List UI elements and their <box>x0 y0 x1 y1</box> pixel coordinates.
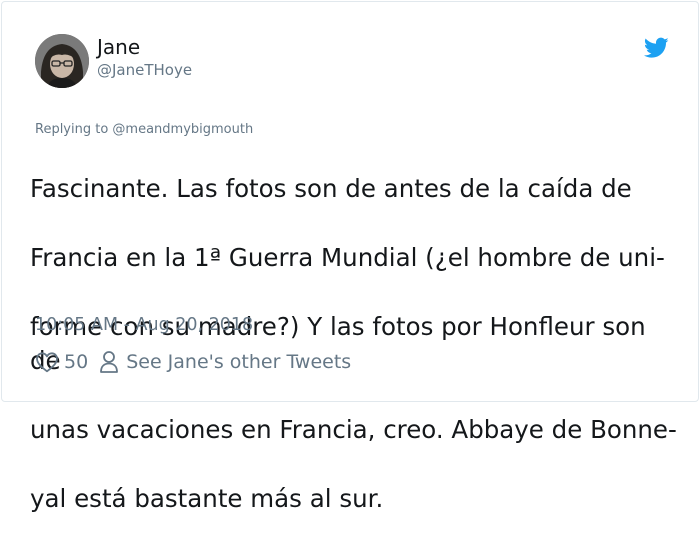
heart-outline-icon[interactable] <box>35 351 59 373</box>
tweet-text-line: unas vacaciones en Francia, creo. Abbaye… <box>30 415 677 445</box>
like-count: 50 <box>64 351 89 373</box>
tweet-actions: 50 See Jane's other Tweets <box>35 348 351 376</box>
author-handle[interactable]: @JaneTHoye <box>97 60 192 80</box>
tweet-text-line: Francia en la 1ª Guerra Mundial (¿el hom… <box>30 243 665 273</box>
avatar-image <box>35 34 89 88</box>
tweet-timestamp[interactable]: 10:05 AM - Aug 20, 2018 <box>35 314 253 336</box>
tweet-text: Fascinante. Las fotos son de antes de la… <box>30 138 680 551</box>
author-display-name[interactable]: Jane <box>97 35 140 59</box>
tweet-card: Jane @JaneTHoye Replying to @meandmybigm… <box>1 1 699 513</box>
see-other-tweets-link[interactable]: See Jane's other Tweets <box>126 348 351 376</box>
avatar[interactable] <box>35 34 89 88</box>
person-outline-icon <box>100 351 119 373</box>
tweet-text-line: Fascinante. Las fotos son de antes de la… <box>30 174 632 204</box>
reply-context[interactable]: Replying to @meandmybigmouth <box>35 122 253 138</box>
tweet-text-line: yal está bastante más al sur. <box>30 484 384 514</box>
twitter-bird-icon[interactable] <box>644 37 669 59</box>
